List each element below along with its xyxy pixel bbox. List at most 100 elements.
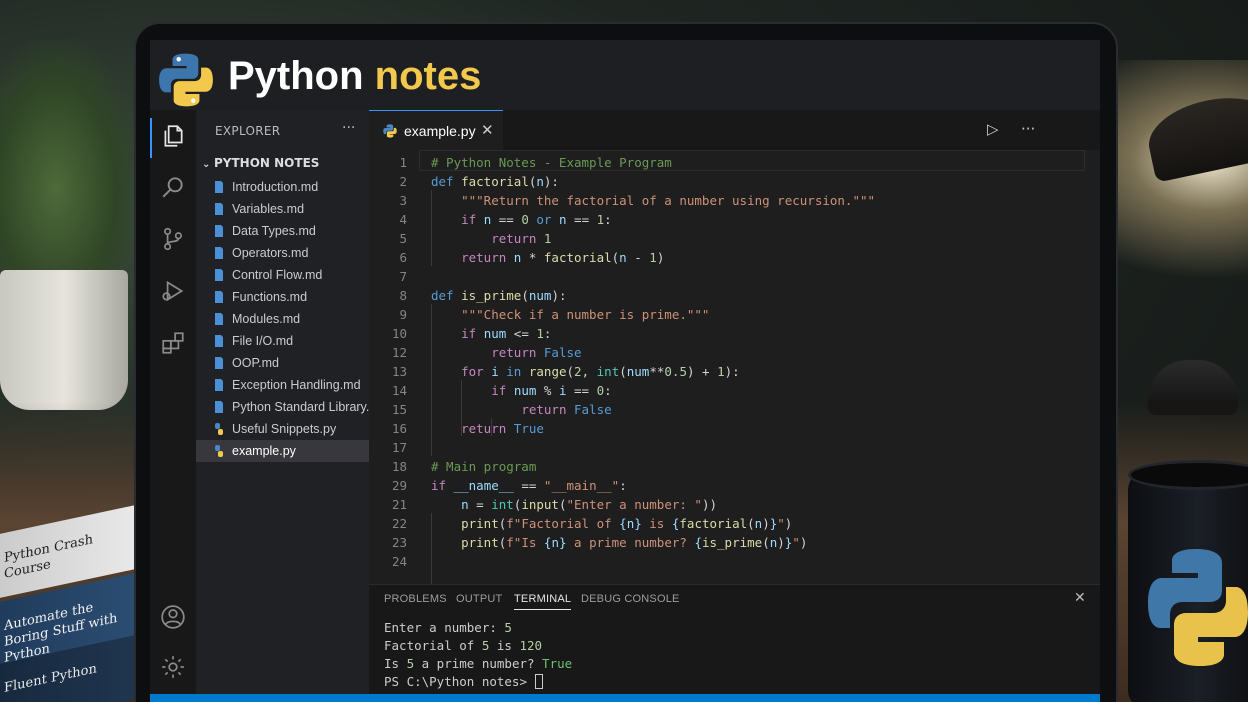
extensions-icon[interactable] xyxy=(160,330,186,356)
account-icon[interactable] xyxy=(160,604,186,630)
line-number: 17 xyxy=(391,440,407,455)
python-logo-icon xyxy=(1148,549,1248,666)
terminal-cursor xyxy=(534,674,543,689)
file-name: Python Standard Library.md xyxy=(232,400,369,414)
line-number: 29 xyxy=(391,478,407,493)
source-control-icon[interactable] xyxy=(160,226,186,252)
tab-debug-console[interactable]: DEBUG CONSOLE xyxy=(581,593,680,605)
explorer-title: EXPLORER xyxy=(215,124,281,138)
file-name: Variables.md xyxy=(232,202,305,216)
tab-example-py[interactable]: example.py ✕ xyxy=(369,110,503,150)
line-number: 5 xyxy=(399,231,407,246)
sidebar-file-item[interactable]: File I/O.md xyxy=(196,330,369,352)
line-number: 8 xyxy=(399,288,407,303)
markdown-file-icon xyxy=(215,247,223,259)
code-line: 16 return True xyxy=(369,419,544,438)
markdown-file-icon xyxy=(215,225,223,237)
tab-terminal[interactable]: TERMINAL xyxy=(514,593,572,610)
sidebar-file-item[interactable]: Functions.md xyxy=(196,286,369,308)
terminal-number: 120 xyxy=(519,638,543,653)
terminal-output[interactable]: Enter a number: 5 Factorial of 5 is 120 … xyxy=(384,619,572,691)
background-plant-pot xyxy=(0,270,128,410)
python-file-icon xyxy=(215,445,223,457)
line-number: 3 xyxy=(399,193,407,208)
terminal-line: Is 5 a prime number? True xyxy=(384,655,572,673)
file-name: Operators.md xyxy=(232,246,309,260)
code-line: 21 n = int(input("Enter a number: ")) xyxy=(369,495,717,514)
activity-bar xyxy=(150,110,196,694)
code-line: 24 xyxy=(369,552,407,571)
sidebar-file-item[interactable]: Introduction.md xyxy=(196,176,369,198)
book-title: Fluent Python xyxy=(4,661,97,696)
line-number: 1 xyxy=(399,155,407,170)
line-number: 16 xyxy=(391,421,407,436)
python-file-icon xyxy=(383,124,397,138)
line-number: 12 xyxy=(391,345,407,360)
code-text: if n == 0 or n == 1: xyxy=(461,212,612,227)
editor-tab-bar: example.py ✕ ▷ ··· xyxy=(369,110,1100,150)
search-icon[interactable] xyxy=(160,174,186,200)
code-line: 2 def factorial(n): xyxy=(369,172,559,191)
sidebar-file-item[interactable]: Control Flow.md xyxy=(196,264,369,286)
terminal-text: a prime number? xyxy=(414,656,543,671)
code-line: 9 """Check if a number is prime.""" xyxy=(369,305,709,324)
title-banner: Python notes xyxy=(150,40,1100,110)
line-number: 24 xyxy=(391,554,407,569)
sidebar-file-item[interactable]: example.py xyxy=(196,440,369,462)
terminal-prompt-line: PS C:\Python notes> xyxy=(384,673,572,691)
code-editor[interactable]: 1 # Python Notes - Example Program 2 def fa… xyxy=(369,150,1100,589)
editor-more-icon[interactable]: ··· xyxy=(1021,120,1035,138)
code-text: if num <= 1: xyxy=(461,326,552,341)
sidebar-file-item[interactable]: Modules.md xyxy=(196,308,369,330)
markdown-file-icon xyxy=(215,313,223,325)
explorer-files-icon[interactable] xyxy=(160,123,186,149)
python-file-icon xyxy=(215,423,223,435)
file-name: Modules.md xyxy=(232,312,301,326)
file-list: Introduction.md Variables.md Data Types.md… xyxy=(196,176,369,462)
code-text: return True xyxy=(461,421,544,436)
code-text: return n * factorial(n - 1) xyxy=(461,250,665,265)
folder-python-notes[interactable]: ⌄ PYTHON NOTES xyxy=(202,156,319,170)
sidebar-file-item[interactable]: Variables.md xyxy=(196,198,369,220)
terminal-text: is xyxy=(489,638,520,653)
page-title: Python notes xyxy=(228,54,481,99)
code-text: # Python Notes - Example Program xyxy=(431,155,672,170)
code-line: 6 return n * factorial(n - 1) xyxy=(369,248,664,267)
book-title: Python Crash Course xyxy=(4,532,93,582)
python-logo-icon xyxy=(159,53,213,107)
sidebar-file-item[interactable]: Data Types.md xyxy=(196,220,369,242)
file-name: File I/O.md xyxy=(232,334,294,348)
sidebar-file-item[interactable]: Operators.md xyxy=(196,242,369,264)
sidebar-file-item[interactable]: Exception Handling.md xyxy=(196,374,369,396)
settings-gear-icon[interactable] xyxy=(160,654,186,680)
tab-label: example.py xyxy=(404,123,476,139)
run-file-icon[interactable]: ▷ xyxy=(987,120,999,138)
code-text: print(f"Is {n} a prime number? {is_prime… xyxy=(461,535,808,550)
explorer-more-button[interactable]: ··· xyxy=(342,120,355,136)
run-debug-icon[interactable] xyxy=(160,278,186,304)
terminal-prompt: PS C:\Python notes> xyxy=(384,674,535,689)
code-text: def factorial(n): xyxy=(431,174,559,189)
code-text: def is_prime(num): xyxy=(431,288,567,303)
code-text: # Main program xyxy=(431,459,537,474)
title-main: Python xyxy=(228,54,364,98)
title-accent: notes xyxy=(374,54,482,98)
code-line: 10 if num <= 1: xyxy=(369,324,552,343)
sidebar-file-item[interactable]: Python Standard Library.md xyxy=(196,396,369,418)
sidebar-file-item[interactable]: OOP.md xyxy=(196,352,369,374)
tab-problems[interactable]: PROBLEMS xyxy=(384,593,447,605)
tab-output[interactable]: OUTPUT xyxy=(456,593,502,605)
terminal-boolean: True xyxy=(542,656,573,671)
markdown-file-icon xyxy=(215,291,223,303)
line-number: 7 xyxy=(399,269,407,284)
panel-close-icon[interactable]: ✕ xyxy=(1074,590,1086,606)
terminal-text: Is xyxy=(384,656,407,671)
line-number: 2 xyxy=(399,174,407,189)
file-name: Functions.md xyxy=(232,290,308,304)
sidebar-file-item[interactable]: Useful Snippets.py xyxy=(196,418,369,440)
markdown-file-icon xyxy=(215,269,223,281)
code-text: return 1 xyxy=(491,231,552,246)
code-line: 13 for i in range(2, int(num**0.5) + 1): xyxy=(369,362,740,381)
code-line: 14 if num % i == 0: xyxy=(369,381,612,400)
tab-close-icon[interactable]: ✕ xyxy=(481,121,494,139)
